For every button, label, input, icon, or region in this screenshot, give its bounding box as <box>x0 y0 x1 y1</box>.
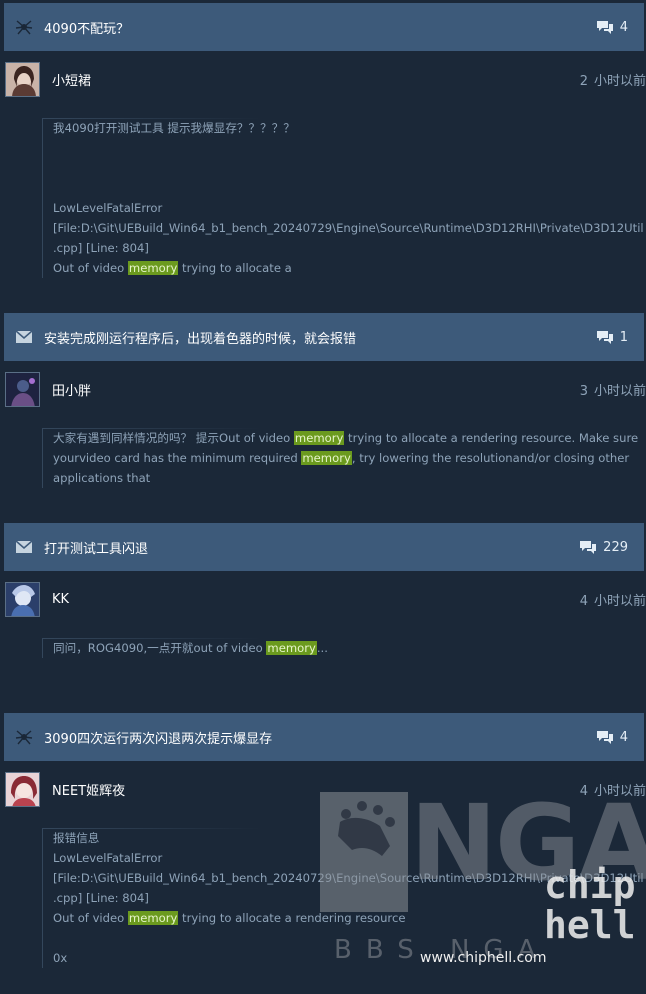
time-unit: 小时以前 <box>593 383 646 399</box>
author-name[interactable]: KK <box>52 592 580 607</box>
snippet-text: 0x <box>53 951 68 965</box>
reply-count-value: 4 <box>619 19 628 35</box>
snippet-line: Out of video memory trying to allocate a <box>53 258 642 278</box>
thread-title[interactable]: 打开测试工具闪退 <box>44 538 579 557</box>
avatar[interactable] <box>5 771 40 807</box>
snippet-line: 我4090打开测试工具 提示我爆显存？？？？？ <box>53 118 642 138</box>
reply-count-value: 4 <box>619 729 628 745</box>
snippet-text: trying to allocate a rendering resource.… <box>344 431 639 445</box>
reply-count: 1 <box>596 329 628 345</box>
thread-title[interactable]: 4090不配玩？ <box>44 18 596 37</box>
time-unit: 小时以前 <box>593 783 646 799</box>
time-unit: 小时以前 <box>593 593 646 609</box>
reply-count: 229 <box>579 539 628 555</box>
snippet-text: trying to allocate a <box>178 261 292 275</box>
snippet-line: 0x <box>53 948 642 968</box>
snippet-text: Out of video <box>53 261 128 275</box>
search-highlight: memory <box>266 641 317 655</box>
search-highlight: memory <box>301 451 352 465</box>
post-snippet: 报错信息 LowLevelFatalError [File:D:\Git\UEBui… <box>42 828 644 968</box>
envelope-icon <box>14 327 34 347</box>
snippet-text: 同问，ROG4090,一点开就out of video <box>53 641 267 655</box>
post-time: 4 小时以前 <box>580 780 646 799</box>
snippet-line: LowLevelFatalError <box>53 848 642 868</box>
reply-count-value: 229 <box>603 539 628 555</box>
thread-header[interactable]: 3090四次运行两次闪退两次提示爆显存 4 <box>4 713 644 761</box>
search-highlight: memory <box>127 261 179 275</box>
snippet-text: LowLevelFatalError <box>53 851 163 865</box>
post-row: 田小胖 3 小时以前 <box>4 369 646 409</box>
snippet-line: 同问，ROG4090,一点开就out of video memory... <box>53 638 642 658</box>
snippet-text: [File:D:\Git\UEBuild_Win64_b1_bench_2024… <box>53 221 644 235</box>
snippet-line: yourvideo card has the minimum required … <box>53 448 642 468</box>
avatar[interactable] <box>5 581 40 617</box>
reply-count-value: 1 <box>619 329 628 345</box>
snippet-text: .cpp] [Line: 804] <box>53 891 149 905</box>
time-value: 2 <box>579 73 588 89</box>
author-name[interactable]: 田小胖 <box>52 380 580 399</box>
snippet-line: [File:D:\Git\UEBuild_Win64_b1_bench_2024… <box>53 218 644 238</box>
snippet-line: 大家有遇到同样情况的吗？ 提示Out of video memory tryin… <box>53 428 642 448</box>
snippet-line: [File:D:\Git\UEBuild_Win64_b1_bench_2024… <box>53 868 644 888</box>
post-time: 2 小时以前 <box>580 70 646 89</box>
post-row: KK 4 小时以前 <box>4 579 646 619</box>
thread-title[interactable]: 3090四次运行两次闪退两次提示爆显存 <box>44 728 596 747</box>
comment-bubble-icon <box>596 21 613 34</box>
snippet-line <box>53 178 642 198</box>
thread-header[interactable]: 安装完成刚运行程序后，出现着色器的时候，就会报错 1 <box>4 313 644 361</box>
avatar[interactable] <box>5 61 40 97</box>
post-time: 3 小时以前 <box>580 380 646 399</box>
envelope-icon <box>14 537 34 557</box>
time-value: 3 <box>579 383 588 399</box>
search-highlight: memory <box>127 911 179 925</box>
search-highlight: memory <box>293 431 345 445</box>
thread-header[interactable]: 打开测试工具闪退 229 <box>4 523 644 571</box>
post-row: 小短裙 2 小时以前 <box>4 59 646 99</box>
snippet-line <box>53 928 642 948</box>
snippet-text: 大家有遇到同样情况的吗？ 提示Out of video <box>53 431 294 445</box>
time-value: 4 <box>579 783 588 799</box>
snippet-line: .cpp] [Line: 804] <box>53 238 642 258</box>
snippet-text: ... <box>316 641 328 655</box>
snippet-line <box>53 158 642 178</box>
snippet-text: [File:D:\Git\UEBuild_Win64_b1_bench_2024… <box>53 871 644 885</box>
snippet-text: .cpp] [Line: 804] <box>53 241 149 255</box>
snippet-line <box>53 138 642 158</box>
post-snippet: 我4090打开测试工具 提示我爆显存？？？？？ LowLevelFatalErro… <box>42 118 644 278</box>
author-name[interactable]: NEET姬辉夜 <box>52 780 580 799</box>
comment-bubble-icon <box>596 731 613 744</box>
thread-title[interactable]: 安装完成刚运行程序后，出现着色器的时候，就会报错 <box>44 328 596 347</box>
snippet-text: 报错信息 <box>53 831 100 845</box>
snippet-text: , try lowering the resolutionand/or clos… <box>351 451 630 465</box>
post-row: NEET姬辉夜 4 小时以前 <box>4 769 646 809</box>
snippet-line: Out of video memory trying to allocate a… <box>53 908 642 928</box>
snippet-text: 我4090打开测试工具 提示我爆显存？？？？？ <box>53 121 295 135</box>
snippet-line: .cpp] [Line: 804] <box>53 888 642 908</box>
snippet-line: 报错信息 <box>53 828 642 848</box>
post-snippet: 大家有遇到同样情况的吗？ 提示Out of video memory tryin… <box>42 428 642 488</box>
snippet-text: LowLevelFatalError <box>53 201 163 215</box>
post-time: 4 小时以前 <box>580 590 646 609</box>
comment-bubble-icon <box>580 541 597 554</box>
reply-count: 4 <box>596 19 628 35</box>
snippet-text: Out of video <box>53 911 128 925</box>
snippet-text: trying to allocate a rendering resource <box>178 911 406 925</box>
avatar[interactable] <box>5 371 40 407</box>
snippet-text: applications that <box>53 471 151 485</box>
reply-count: 4 <box>596 729 628 745</box>
thread-header[interactable]: 4090不配玩？ 4 <box>4 3 644 51</box>
spider-icon <box>14 17 34 37</box>
post-snippet: 同问，ROG4090,一点开就out of video memory... <box>42 638 642 658</box>
snippet-line: applications that <box>53 468 642 488</box>
time-unit: 小时以前 <box>593 73 646 89</box>
snippet-text: yourvideo card has the minimum required <box>53 451 302 465</box>
comment-bubble-icon <box>596 331 613 344</box>
time-value: 4 <box>579 593 588 609</box>
snippet-line: LowLevelFatalError <box>53 198 642 218</box>
author-name[interactable]: 小短裙 <box>52 70 580 89</box>
spider-icon <box>14 727 34 747</box>
